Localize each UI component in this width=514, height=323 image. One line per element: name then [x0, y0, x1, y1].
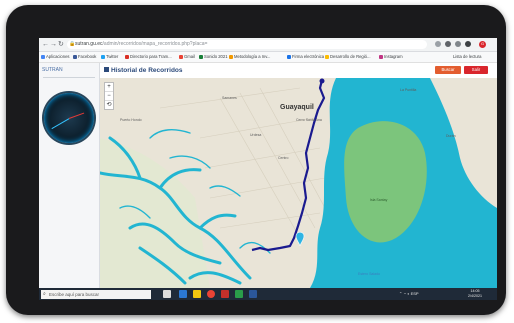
city-label: Guayaquil — [280, 104, 314, 111]
district-label: Isla Santay — [370, 198, 388, 202]
reading-list[interactable]: Lista de lectura — [453, 53, 481, 61]
excel-icon[interactable] — [235, 290, 243, 298]
chevron-up-icon[interactable]: ⌃ — [399, 291, 402, 296]
sidebar-title: SUTRAN — [42, 67, 63, 73]
app-content: SUTRAN Historial de Recorridos Buscar Sa… — [39, 63, 497, 288]
browser-toolbar: ← → ↻ 🔒 sutran.gu.ec/admin/recorridos/ma… — [39, 38, 497, 52]
bookmark-icon — [229, 54, 233, 59]
task-view-icon[interactable] — [163, 290, 171, 298]
lock-icon: 🔒 — [69, 41, 76, 47]
address-bar[interactable]: 🔒 sutran.gu.ec/admin/recorridos/mapa_rec… — [67, 40, 427, 49]
exit-button[interactable]: Salir — [464, 66, 488, 74]
taskbar: ⌕ Escribe aquí para buscar ⌃ ◔ ◖ ESP 14:… — [39, 288, 497, 300]
district-label: Cerro Santa Ana — [296, 118, 322, 122]
bookmark-item[interactable]: Directorio para Tram... — [125, 53, 172, 61]
star-icon[interactable] — [445, 41, 451, 47]
bookmark-item[interactable]: Instagram — [379, 53, 403, 61]
district-label: La Puntilla — [400, 88, 417, 92]
chrome-icon[interactable] — [207, 290, 215, 298]
forward-icon[interactable]: → — [50, 40, 57, 49]
extension-icon[interactable] — [435, 41, 441, 47]
reset-view-button[interactable]: ⟲ — [105, 101, 113, 109]
volume-icon[interactable]: ◖ — [407, 291, 409, 296]
bookmark-icon — [101, 54, 105, 59]
analog-clock — [44, 93, 94, 143]
bookmark-item[interactable]: Aplicaciones — [41, 53, 70, 61]
district-label: Centro — [278, 156, 289, 160]
bookmark-item[interactable]: Facebook — [73, 53, 96, 61]
screen: ← → ↻ 🔒 sutran.gu.ec/admin/recorridos/ma… — [39, 38, 497, 300]
url-path: /admin/recorridos/mapa_recorridos.php?pl… — [102, 41, 208, 47]
bookmark-item[interactable]: Sonido 2021 — [199, 53, 228, 61]
zoom-control: + − ⟲ — [104, 82, 114, 110]
profile-avatar[interactable]: G — [479, 40, 486, 48]
tablet-frame: ← → ↻ 🔒 sutran.gu.ec/admin/recorridos/ma… — [6, 5, 506, 315]
bookmarks-bar: Aplicaciones Facebook Twitter Directorio… — [39, 52, 497, 63]
word-icon[interactable] — [249, 290, 257, 298]
clock-hand-hour — [68, 112, 85, 120]
bookmark-item[interactable]: Twitter — [101, 53, 118, 61]
clock-hand-minute — [51, 118, 70, 130]
page-title: Historial de Recorridos — [104, 66, 183, 76]
bookmark-item[interactable]: Firma electrónica — [287, 53, 324, 61]
bookmark-icon — [179, 54, 183, 59]
bookmark-icon — [73, 54, 77, 59]
edge-icon[interactable] — [179, 290, 187, 298]
bookmark-icon — [287, 54, 291, 59]
route-map[interactable]: + − ⟲ Guayaquil Urdesa Centro La Puntill… — [100, 78, 497, 288]
sidebar: SUTRAN — [39, 63, 100, 288]
clock-date: 2/4/2021 — [468, 294, 482, 298]
bookmark-icon — [125, 54, 129, 59]
url-host: sutran.gu.ec — [75, 41, 103, 47]
search-icon: ⌕ — [43, 290, 46, 297]
bookmark-item[interactable]: Desarrollo de Regió... — [325, 53, 371, 61]
search-button[interactable]: Buscar — [435, 66, 461, 74]
taskbar-clock[interactable]: 14:05 2/4/2021 — [464, 289, 486, 299]
puzzle-icon[interactable] — [455, 41, 461, 47]
bookmark-icon — [41, 54, 45, 59]
bookmark-icon — [325, 54, 329, 59]
menu-icon[interactable] — [465, 41, 471, 47]
bookmark-icon — [379, 54, 383, 59]
zoom-in-button[interactable]: + — [105, 83, 113, 92]
file-explorer-icon[interactable] — [193, 290, 201, 298]
bookmark-icon — [199, 54, 203, 59]
zoom-out-button[interactable]: − — [105, 92, 113, 101]
map-icon — [104, 67, 109, 72]
taskbar-search[interactable]: ⌕ Escribe aquí para buscar — [41, 289, 151, 299]
bookmark-item[interactable]: Metodología a Inv... — [229, 53, 270, 61]
app-icon[interactable] — [221, 290, 229, 298]
district-label: Urdesa — [250, 133, 262, 137]
system-tray: ⌃ ◔ ◖ ESP — [399, 288, 419, 300]
network-icon[interactable]: ◔ — [403, 291, 405, 296]
river-label: Estero Salado — [358, 272, 380, 276]
back-icon[interactable]: ← — [42, 40, 49, 49]
route-start-marker[interactable] — [319, 78, 325, 84]
divider — [43, 77, 95, 78]
main-panel: Historial de Recorridos Buscar Salir + −… — [100, 63, 497, 288]
bookmark-item[interactable]: Gmail — [179, 53, 195, 61]
language-indicator[interactable]: ESP — [411, 291, 419, 296]
reload-icon[interactable]: ↻ — [58, 40, 64, 49]
district-label: Puerto Hondo — [120, 118, 142, 122]
district-label: Samanes — [222, 96, 237, 100]
district-label: Durán — [446, 134, 456, 138]
